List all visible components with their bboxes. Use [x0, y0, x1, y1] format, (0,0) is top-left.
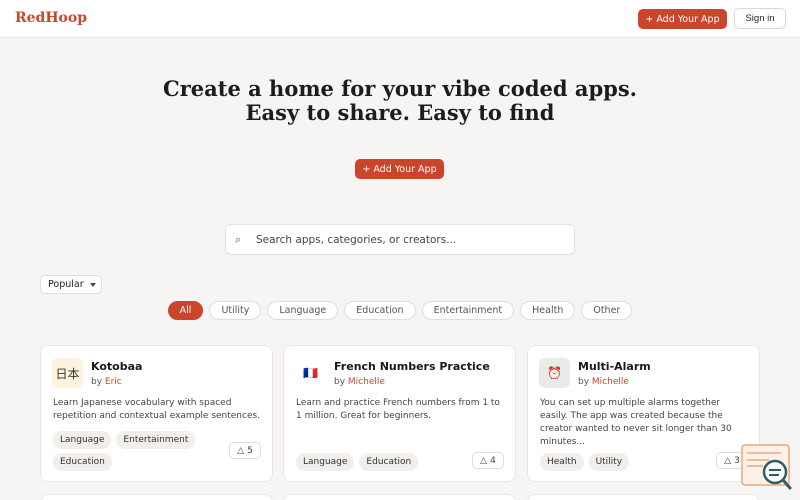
app-title[interactable]: French Numbers Practice [334, 360, 490, 373]
upvote-icon: △ [237, 445, 245, 456]
app-description: Learn Japanese vocabulary with spaced re… [53, 398, 261, 421]
vote-count: 5 [247, 445, 253, 456]
upvote-button[interactable]: △ 5 [229, 442, 261, 459]
top-navigation-bar: RedHoop + Add Your App Sign in [0, 0, 800, 38]
vote-count: 3 [734, 455, 740, 466]
logo[interactable]: RedHoop [15, 10, 87, 26]
creator-link[interactable]: Eric [105, 377, 122, 387]
add-app-button[interactable]: + Add Your App [638, 9, 727, 29]
filter-chip-education[interactable]: Education [344, 301, 416, 320]
search-icon: ⌕ [235, 233, 242, 246]
app-icon: 🇫🇷 [295, 358, 326, 388]
upvote-icon: △ [480, 455, 488, 466]
by-label: by [334, 377, 346, 387]
hero-title: Create a home for your vibe coded apps. … [150, 77, 650, 125]
tag[interactable]: Education [53, 453, 112, 471]
app-title[interactable]: Kotobaa [91, 360, 142, 373]
tag[interactable]: Entertainment [116, 431, 196, 449]
hero-title-line1: Create a home for your vibe coded apps. [163, 76, 637, 101]
search-input[interactable] [256, 232, 566, 248]
app-card-partial[interactable] [283, 494, 516, 500]
filter-chip-entertainment[interactable]: Entertainment [421, 301, 515, 320]
filter-chip-language[interactable]: Language [267, 301, 339, 320]
sort-label: Popular [48, 279, 84, 290]
creator-link[interactable]: Michelle [348, 377, 385, 387]
upvote-button[interactable]: △ 4 [472, 452, 504, 469]
app-card-kotobaa[interactable]: 日本 Kotobaa by Eric Learn Japanese vocabu… [40, 345, 273, 482]
app-tags: Language Entertainment Education [53, 431, 213, 471]
app-tags: Language Education [296, 453, 456, 471]
tag[interactable]: Utility [588, 453, 630, 471]
tag[interactable]: Language [53, 431, 112, 449]
creator-link[interactable]: Michelle [592, 377, 629, 387]
app-title[interactable]: Multi-Alarm [578, 360, 651, 373]
filter-chip-utility[interactable]: Utility [209, 301, 262, 320]
app-card-multi-alarm[interactable]: ⏰ Multi-Alarm by Michelle You can set up… [527, 345, 760, 482]
search-bar[interactable]: ⌕ [225, 224, 575, 255]
hero-title-line2: Easy to share. Easy to find [245, 100, 555, 125]
app-card-partial[interactable] [527, 494, 760, 500]
vote-count: 4 [490, 455, 496, 466]
app-creator: by Michelle [334, 377, 385, 387]
app-card-french-numbers[interactable]: 🇫🇷 French Numbers Practice by Michelle L… [283, 345, 516, 482]
category-filters: All Utility Language Education Entertain… [0, 301, 800, 320]
tag[interactable]: Language [296, 453, 355, 471]
chevron-down-icon [89, 282, 96, 287]
filter-chip-health[interactable]: Health [520, 301, 576, 320]
app-description: You can set up multiple alarms together … [540, 398, 732, 447]
app-creator: by Michelle [578, 377, 629, 387]
app-creator: by Eric [91, 377, 122, 387]
by-label: by [91, 377, 103, 387]
sort-dropdown[interactable]: Popular [40, 275, 102, 294]
tag[interactable]: Health [540, 453, 584, 471]
app-icon: 日本 [52, 358, 83, 388]
tag[interactable]: Education [359, 453, 419, 471]
by-label: by [578, 377, 590, 387]
filter-chip-other[interactable]: Other [581, 301, 633, 320]
feedback-widget-icon[interactable] [741, 444, 792, 490]
filter-chip-all[interactable]: All [167, 301, 204, 320]
app-icon: ⏰ [539, 358, 570, 388]
app-card-partial[interactable] [40, 494, 273, 500]
app-description: Learn and practice French numbers from 1… [296, 398, 500, 421]
sign-in-button[interactable]: Sign in [734, 8, 786, 29]
app-tags: Health Utility [540, 453, 700, 471]
hero-add-app-button[interactable]: + Add Your App [355, 159, 444, 179]
upvote-icon: △ [724, 455, 732, 466]
